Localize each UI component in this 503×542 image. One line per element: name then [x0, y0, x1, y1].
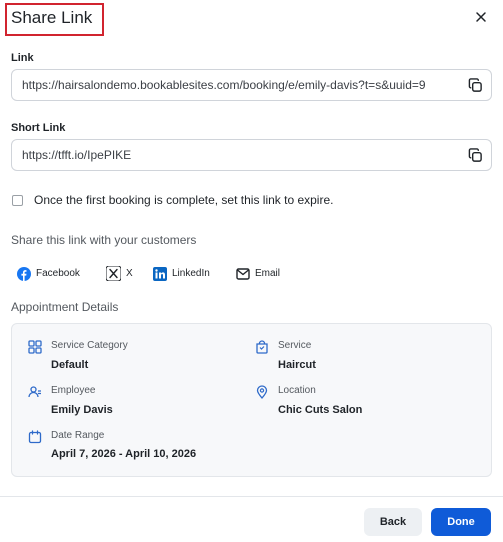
- employee-value: Emily Davis: [51, 404, 113, 416]
- back-button[interactable]: Back: [364, 508, 422, 536]
- expire-checkbox[interactable]: [12, 195, 23, 206]
- link-value: https://hairsalondemo.bookablesites.com/…: [22, 78, 426, 92]
- email-icon: [236, 267, 250, 280]
- service-value: Haircut: [278, 359, 316, 371]
- appointment-details-title: Appointment Details: [11, 300, 119, 314]
- location-pin-icon: [256, 385, 268, 399]
- appointment-details-panel: Service Category Default Service Haircut…: [11, 323, 492, 477]
- dialog-title: Share Link: [11, 8, 93, 27]
- footer-divider: [0, 496, 503, 497]
- share-email-label: Email: [255, 268, 281, 279]
- close-icon[interactable]: [475, 11, 487, 23]
- user-icon: [28, 386, 41, 398]
- employee-label: Employee: [51, 385, 96, 396]
- link-field[interactable]: https://hairsalondemo.bookablesites.com/…: [11, 69, 492, 101]
- share-email-button[interactable]: Email: [236, 266, 280, 281]
- share-x-label: X: [126, 268, 133, 279]
- location-value: Chic Cuts Salon: [278, 404, 363, 416]
- copy-icon[interactable]: [468, 148, 483, 163]
- service-category-label: Service Category: [51, 340, 128, 351]
- short-link-value: https://tfft.io/IpePIKE: [22, 148, 132, 162]
- location-label: Location: [278, 385, 316, 396]
- copy-icon[interactable]: [468, 78, 483, 93]
- short-link-label: Short Link: [11, 122, 66, 134]
- share-linkedin-label: LinkedIn: [172, 268, 210, 279]
- done-button[interactable]: Done: [431, 508, 491, 536]
- share-linkedin-button[interactable]: LinkedIn: [153, 266, 210, 281]
- date-range-value: April 7, 2026 - April 10, 2026: [51, 448, 197, 460]
- linkedin-icon: [153, 266, 167, 281]
- short-link-field[interactable]: https://tfft.io/IpePIKE: [11, 139, 492, 171]
- shopping-bag-icon: [256, 340, 268, 354]
- date-range-label: Date Range: [51, 430, 105, 441]
- expire-checkbox-label[interactable]: Once the first booking is complete, set …: [34, 193, 333, 207]
- x-icon: [106, 266, 121, 281]
- share-facebook-label: Facebook: [36, 268, 80, 279]
- share-heading: Share this link with your customers: [11, 233, 197, 247]
- grid-icon: [28, 340, 42, 354]
- service-label: Service: [278, 340, 312, 351]
- calendar-icon: [28, 430, 42, 444]
- link-label: Link: [11, 52, 34, 64]
- share-facebook-button[interactable]: Facebook: [17, 266, 80, 281]
- share-x-button[interactable]: X: [106, 266, 133, 281]
- service-category-value: Default: [51, 359, 89, 371]
- facebook-icon: [17, 266, 31, 281]
